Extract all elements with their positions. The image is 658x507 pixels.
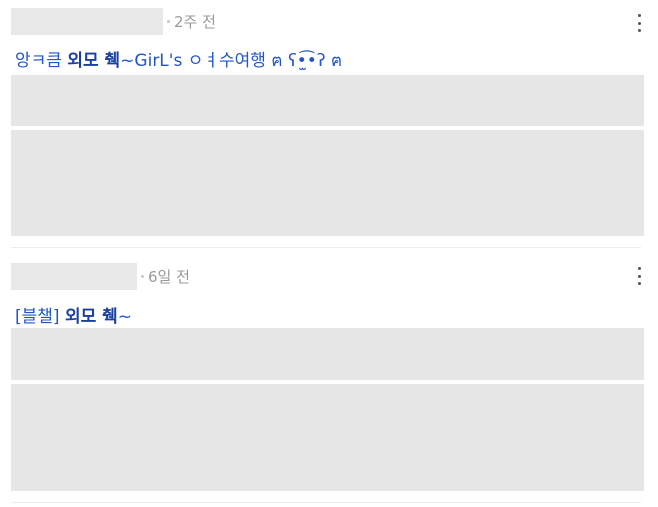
more-options-icon[interactable] [635, 14, 643, 32]
post-time: 6일 전 [148, 268, 190, 286]
more-options-icon[interactable] [635, 267, 643, 285]
thumbnail-image[interactable] [11, 384, 644, 491]
author-name-placeholder[interactable] [11, 8, 163, 35]
post-title-suffix: ~ [117, 307, 133, 327]
post-title[interactable]: 앙ㅋ큼 외모 췍~GirL's ㅇㅕ수여행 ฅ ʕ•̫͡•ʔ ฅ [15, 46, 342, 74]
post-title-suffix: ~GirL's ㅇㅕ수여행 ฅ ʕ•̫͡•ʔ ฅ [120, 51, 343, 71]
post-meta: 2주 전 [11, 8, 216, 35]
post-meta: 6일 전 [11, 263, 190, 290]
post-title[interactable]: [블챌] 외모 췍~ [15, 302, 132, 327]
divider [11, 502, 641, 503]
post-title-bold: 외모 췍 [67, 51, 121, 71]
post-time: 2주 전 [174, 13, 216, 31]
thumbnail-image[interactable] [11, 328, 644, 380]
post-card[interactable]: 6일 전 [블챌] 외모 췍~ [0, 252, 658, 507]
separator-dot [141, 275, 144, 278]
post-title-prefix: 앙ㅋ큼 [15, 51, 68, 71]
thumbnail-image[interactable] [11, 75, 644, 126]
divider [11, 247, 641, 248]
separator-dot [167, 20, 170, 23]
author-name-placeholder[interactable] [11, 263, 137, 290]
post-card[interactable]: 2주 전 앙ㅋ큼 외모 췍~GirL's ㅇㅕ수여행 ฅ ʕ•̫͡•ʔ ฅ [0, 0, 658, 249]
post-title-bold: 외모 췍 [64, 307, 118, 327]
post-title-prefix: [블챌] [15, 307, 65, 327]
thumbnail-image[interactable] [11, 130, 644, 236]
